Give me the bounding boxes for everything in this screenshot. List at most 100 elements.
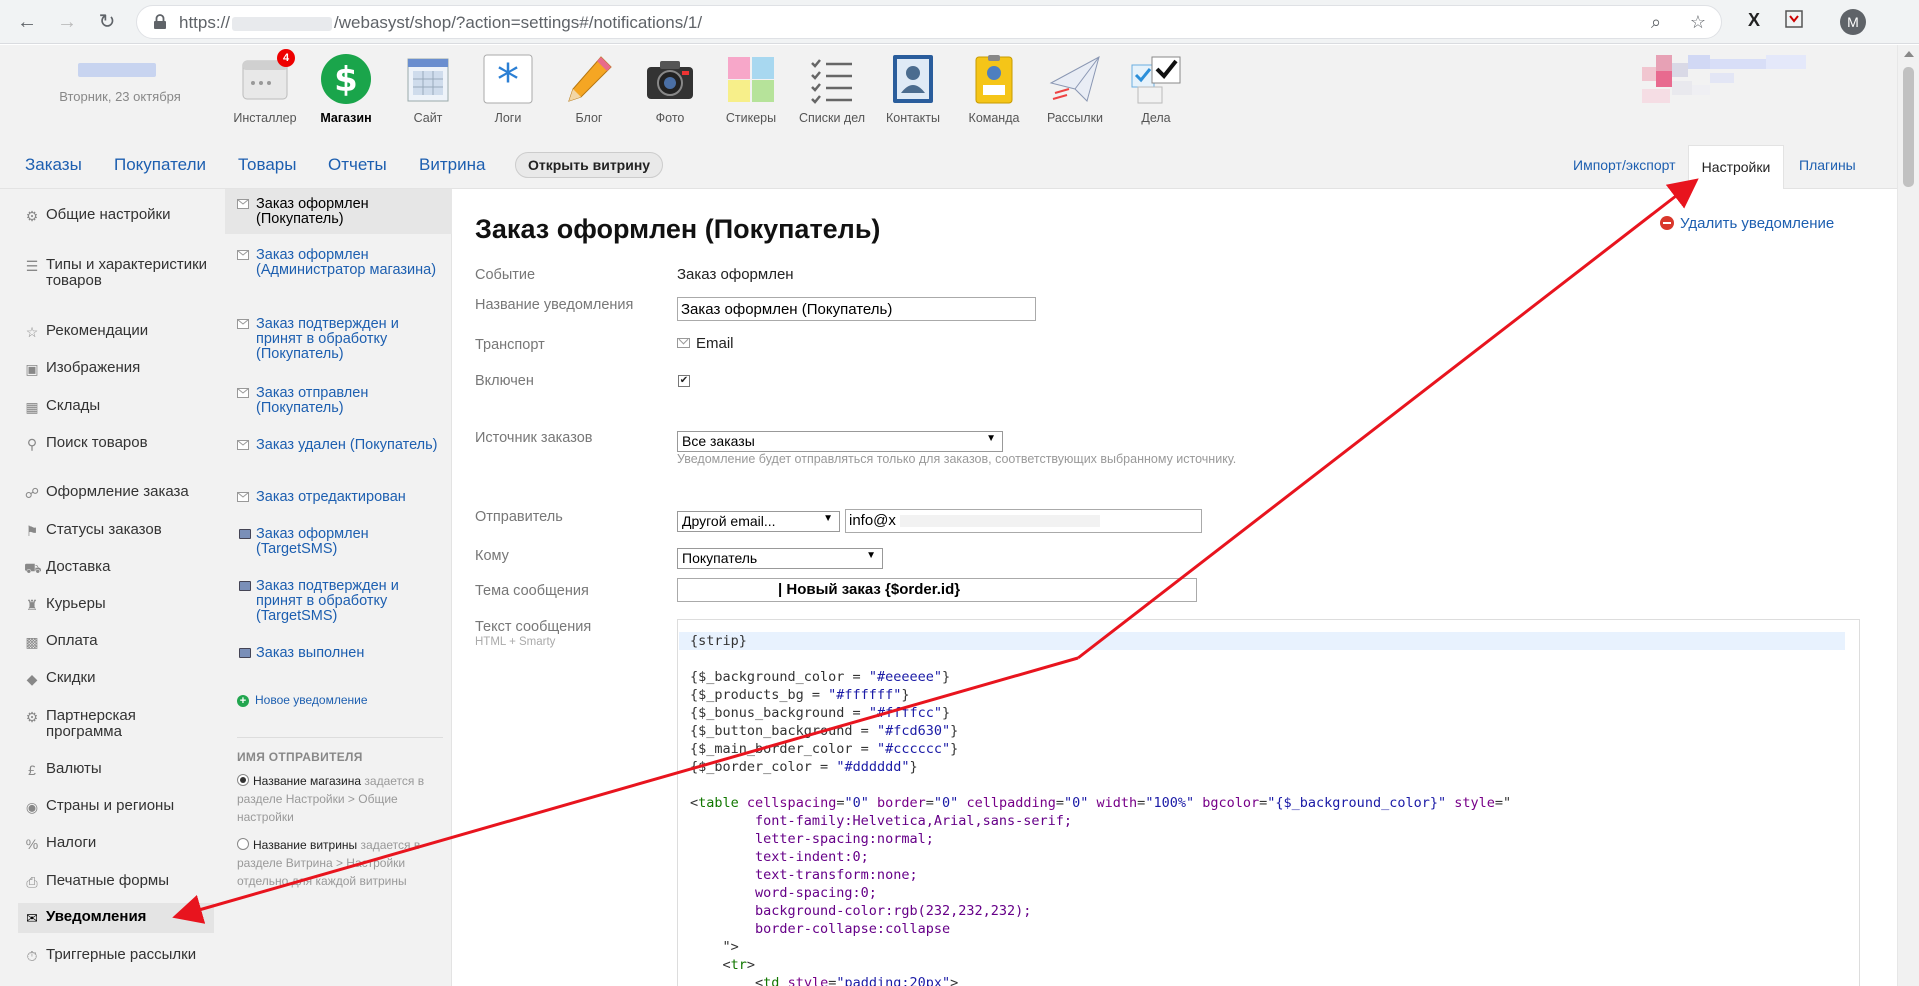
sidebar-item-images[interactable]: ▣ Изображения	[24, 360, 214, 378]
recipient-selected: Покупатель	[682, 550, 758, 566]
forward-icon[interactable]: →	[54, 9, 80, 35]
sidebar-item-types[interactable]: ☰ Типы и характеристики товаров	[24, 257, 214, 305]
menu-reports[interactable]: Отчеты	[328, 155, 387, 175]
scroll-thumb[interactable]	[1903, 67, 1914, 187]
app-stickers[interactable]: Стикеры	[711, 53, 791, 125]
app-mailer[interactable]: Рассылки	[1035, 53, 1115, 125]
app-site[interactable]: Сайт	[388, 53, 468, 125]
sidebar-item-general[interactable]: ⚙ Общие настройки	[24, 207, 214, 225]
bookmark-star-icon[interactable]: ☆	[1687, 12, 1709, 34]
event-value: Заказ оформлен	[677, 266, 794, 283]
sidebar-item-countries[interactable]: ◉ Страны и регионы	[24, 798, 214, 816]
code-line: letter-spacing:normal;	[690, 831, 934, 847]
app-checklists[interactable]: Списки дел	[792, 53, 872, 125]
message-body-editor[interactable]: {strip} {$_background_color = "#eeeeee"} {…	[677, 619, 1860, 986]
profile-avatar[interactable]: M	[1840, 9, 1866, 35]
sidebar-item-shipping[interactable]: ⛟ Доставка	[24, 559, 214, 577]
notification-item[interactable]: Заказ оформлен (Покупатель)	[225, 189, 452, 234]
sidebar-item-search[interactable]: ⚲ Поиск товаров	[24, 435, 214, 453]
sender-email-input[interactable]: info@x	[845, 509, 1202, 533]
menu-customers[interactable]: Покупатели	[114, 155, 206, 175]
sidebar-item-label: Изображения	[46, 359, 141, 376]
email-icon	[237, 319, 249, 329]
page-scrollbar[interactable]	[1897, 45, 1919, 986]
sidebar-item-stocks[interactable]: ▦ Склады	[24, 398, 214, 416]
app-installer[interactable]: 4 Инсталлер	[225, 49, 305, 125]
open-storefront-button[interactable]: Открыть витрину	[515, 152, 664, 178]
code-line: <table cellspacing="0" border="0" cellpa…	[690, 795, 1512, 811]
delete-notification-link[interactable]: Удалить уведомление	[1660, 215, 1834, 232]
url-prefix: https://	[179, 13, 231, 32]
sidebar-item-notifications[interactable]: ✉ Уведомления	[18, 903, 214, 933]
app-shop[interactable]: $ Магазин	[306, 53, 386, 125]
menu-products[interactable]: Товары	[238, 155, 296, 175]
sidebar-item-affiliate[interactable]: ⚙ Партнерская программа	[24, 708, 214, 742]
notification-item[interactable]: Заказ подтвержден и принят в обработку (…	[225, 579, 452, 627]
code-line: border-collapse:collapse	[690, 921, 951, 937]
notification-item[interactable]: Заказ отправлен (Покупатель)	[225, 386, 452, 418]
menu-orders[interactable]: Заказы	[25, 155, 82, 175]
enabled-label: Включен	[475, 373, 534, 389]
gears-icon: ⚙	[25, 208, 39, 224]
new-notification-link[interactable]: + Новое уведомление	[237, 693, 368, 707]
notification-item[interactable]: Заказ отредактирован	[225, 490, 452, 508]
notification-label: Заказ оформлен (Покупатель)	[256, 196, 369, 227]
current-line-highlight	[679, 632, 1845, 650]
menu-storefront[interactable]: Витрина	[419, 155, 485, 175]
notification-item[interactable]: Заказ оформлен (Администратор магазина)	[225, 248, 452, 296]
sender-type-selected: Другой email...	[682, 513, 776, 529]
app-team[interactable]: Команда	[954, 53, 1034, 125]
extension-icon[interactable]	[1782, 10, 1806, 34]
menu-plugins[interactable]: Плагины	[1799, 157, 1856, 173]
tab-settings[interactable]: Настройки	[1688, 145, 1784, 190]
radio-store-name[interactable]	[237, 774, 249, 786]
zoom-icon[interactable]: ⌕	[1645, 12, 1667, 34]
sidebar-item-followups[interactable]: ⏱ Триггерные рассылки	[24, 947, 214, 965]
x-extension-icon[interactable]: X	[1742, 10, 1766, 34]
tasks-icon	[1130, 53, 1182, 105]
radio-storefront-name[interactable]	[237, 838, 249, 850]
email-icon	[237, 388, 249, 398]
notification-item[interactable]: Заказ удален (Покупатель)	[225, 438, 452, 470]
app-logs[interactable]: * Логи	[468, 53, 548, 125]
app-tasks[interactable]: Дела	[1116, 53, 1196, 125]
app-label: Дела	[1141, 111, 1171, 125]
source-select[interactable]: Все заказы ▼	[677, 431, 1003, 452]
recipient-select[interactable]: Покупатель ▼	[677, 548, 883, 569]
sender-type-select[interactable]: Другой email... ▼	[677, 511, 840, 532]
notification-label: Заказ оформлен (TargetSMS)	[256, 526, 369, 557]
sidebar-item-currencies[interactable]: £ Валюты	[24, 761, 214, 779]
code-line: {$_main_border_color = "#cccccc"}	[690, 741, 959, 757]
enabled-checkbox[interactable]: ✔	[678, 375, 690, 387]
sidebar-item-taxes[interactable]: % Налоги	[24, 835, 214, 853]
address-bar[interactable]: https:// /webasyst/shop/?action=settings#…	[136, 5, 1722, 39]
sidebar-item-label: Склады	[46, 397, 101, 414]
app-photo[interactable]: Фото	[630, 53, 710, 125]
notification-item[interactable]: Заказ выполнен	[225, 646, 452, 664]
sidebar-item-discounts[interactable]: ◆ Скидки	[24, 670, 214, 688]
back-icon[interactable]: ←	[14, 9, 40, 35]
sidebar-item-payment[interactable]: ▩ Оплата	[24, 633, 214, 651]
reload-icon[interactable]: ↻	[94, 9, 120, 35]
code-line: word-spacing:0;	[690, 885, 877, 901]
subject-input[interactable]: | Новый заказ {$order.id}	[677, 578, 1197, 602]
menu-import-export[interactable]: Импорт/экспорт	[1573, 157, 1676, 173]
notification-name-input[interactable]	[677, 297, 1036, 321]
notification-item[interactable]: Заказ подтвержден и принят в обработку (…	[225, 317, 452, 365]
currency-icon: £	[28, 762, 36, 778]
event-label: Событие	[475, 267, 536, 283]
notification-item[interactable]: Заказ оформлен (TargetSMS)	[225, 527, 452, 559]
sidebar-item-couriers[interactable]: ♜ Курьеры	[24, 596, 214, 614]
sender-option-store-name[interactable]: Название магазина задается в разделе Нас…	[237, 772, 443, 826]
user-avatar-redacted[interactable]	[1642, 55, 1822, 111]
app-label: Команда	[968, 111, 1020, 125]
app-contacts[interactable]: Контакты	[873, 53, 953, 125]
sidebar-item-checkout[interactable]: ☍ Оформление заказа	[24, 484, 214, 502]
scroll-up-icon[interactable]	[1904, 51, 1914, 57]
sidebar-item-print-forms[interactable]: ⎙ Печатные формы	[24, 873, 214, 891]
sidebar-item-order-states[interactable]: ⚑ Статусы заказов	[24, 522, 214, 540]
star-icon: ☆	[25, 324, 39, 340]
sidebar-item-recommendations[interactable]: ☆ Рекомендации	[24, 323, 214, 341]
sender-option-storefront-name[interactable]: Название витрины задается в разделе Витр…	[237, 836, 443, 890]
app-blog[interactable]: Блог	[549, 53, 629, 125]
